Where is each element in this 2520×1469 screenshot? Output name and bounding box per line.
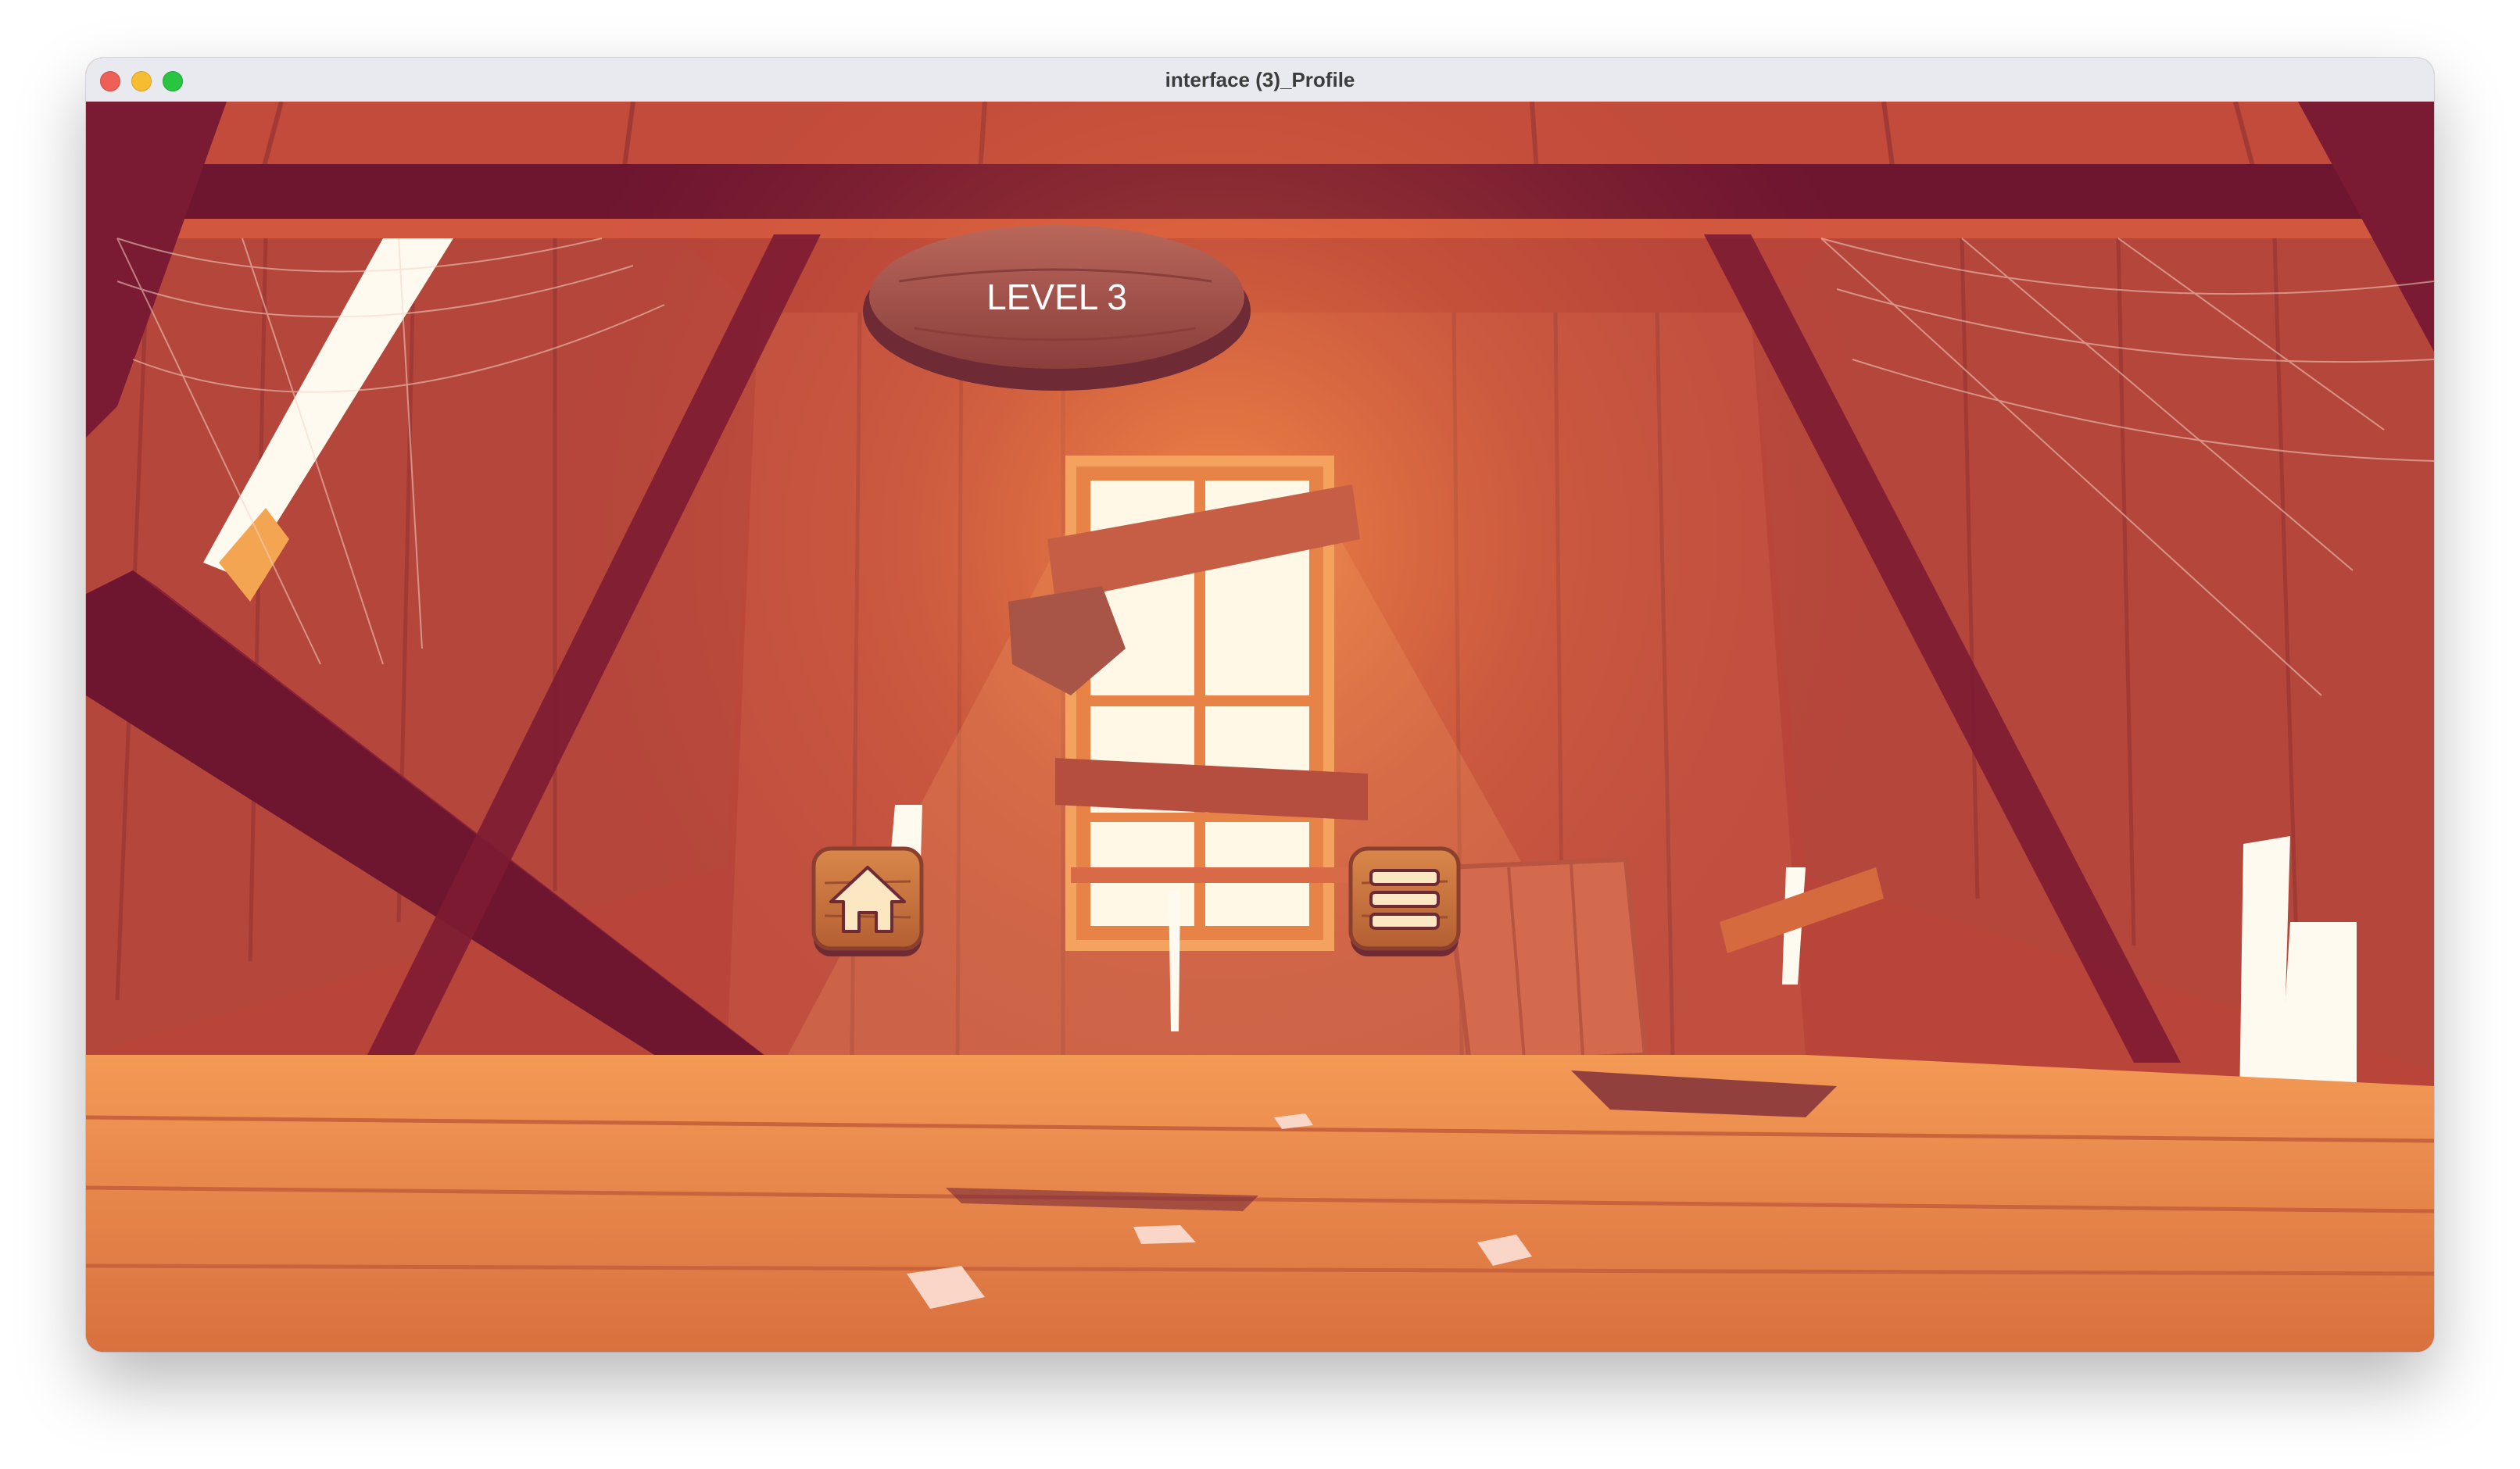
desktop: interface (3)_Profile LEVEL 3: [0, 0, 2520, 1469]
menu-icon: [1369, 869, 1440, 930]
game-scene: LEVEL 3: [86, 102, 2434, 1352]
level-sign: LEVEL 3: [863, 225, 1251, 391]
menu-button[interactable]: [1346, 844, 1463, 961]
app-window: interface (3)_Profile LEVEL 3: [86, 58, 2434, 1352]
window-title: interface (3)_Profile: [1165, 68, 1355, 91]
home-button[interactable]: [809, 844, 926, 961]
title-bar: interface (3)_Profile: [86, 58, 2434, 102]
level-label: LEVEL 3: [986, 277, 1127, 317]
level-sign-layer: LEVEL 3: [863, 225, 1251, 391]
